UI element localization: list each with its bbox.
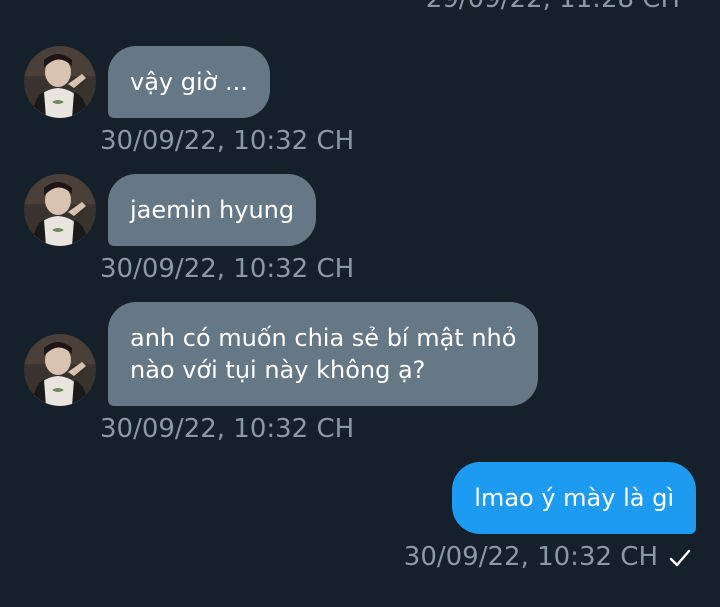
message-bubble[interactable]: vậy giờ ... xyxy=(108,46,270,118)
message-timestamp: 30/09/22, 10:32 CH xyxy=(100,414,355,444)
avatar-image xyxy=(24,174,96,246)
message-bubble[interactable]: anh có muốn chia sẻ bí mật nhỏ nào với t… xyxy=(108,302,539,406)
message-text: vậy giờ ... xyxy=(130,68,248,96)
avatar[interactable] xyxy=(24,46,96,118)
message-text-line: nào với tụi này không ạ? xyxy=(130,356,426,384)
avatar[interactable] xyxy=(24,334,96,406)
avatar-image xyxy=(24,334,96,406)
message-bubble[interactable]: jaemin hyung xyxy=(108,174,317,246)
conversation-view: 29/09/22, 11:28 CH vậy giờ ... 30/09/22,… xyxy=(0,0,720,607)
avatar-image xyxy=(24,46,96,118)
message-text: lmao ý mày là gì xyxy=(474,484,674,512)
message-timestamp: 30/09/22, 10:32 CH xyxy=(100,126,355,156)
message-timestamp: 30/09/22, 10:32 CH xyxy=(403,542,658,572)
message-text: jaemin hyung xyxy=(130,196,295,224)
check-icon xyxy=(669,549,691,567)
message-bubble[interactable]: lmao ý mày là gì xyxy=(452,462,696,534)
avatar[interactable] xyxy=(24,174,96,246)
message-timestamp: 30/09/22, 10:32 CH xyxy=(100,254,355,284)
message-timestamp: 29/09/22, 11:28 CH xyxy=(426,0,680,14)
message-text-line: anh có muốn chia sẻ bí mật nhỏ xyxy=(130,324,517,352)
